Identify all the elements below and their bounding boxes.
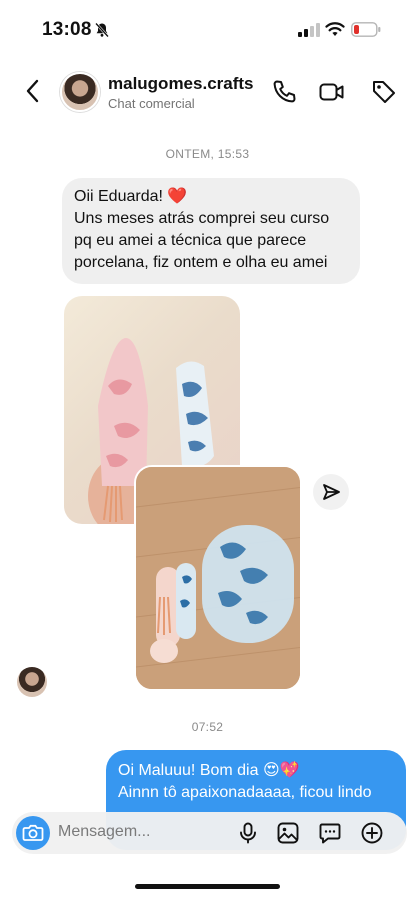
camera-icon [22,824,44,841]
message-line: Oi Maluuu! Bom dia 😍💖 [118,762,300,779]
status-bar: 13:08 [0,0,415,60]
video-camera-icon[interactable] [318,78,346,106]
image-icon[interactable] [276,821,300,845]
microphone-icon[interactable] [236,821,260,845]
message-line: Ainnn tô apaixonadaaaa, ficou lindo [118,784,372,801]
status-time: 13:08 [42,19,92,40]
date-stamp: 07:52 [191,720,224,734]
message-line: pq eu amei a técnica que parece [74,232,307,249]
message-composer: Mensagem... [12,812,407,854]
resin-pieces-photo-icon [136,467,300,689]
message-input[interactable]: Mensagem... [58,823,150,841]
message-line: Oii Eduarda! ❤️ [74,188,188,205]
chat-header: malugomes.crafts Chat comercial [0,62,415,122]
incoming-message-bubble[interactable]: Oii Eduarda! ❤️ Uns meses atrás comprei … [62,178,360,284]
date-stamp: ONTEM, 15:53 [165,147,250,161]
sticker-icon[interactable] [318,821,342,845]
signal-icon [298,23,320,37]
bell-slash-icon [95,22,109,38]
contact-subtitle: Chat comercial [108,96,195,111]
share-button[interactable] [313,474,349,510]
tag-icon[interactable] [370,78,398,106]
wifi-icon [325,22,345,36]
contact-avatar[interactable] [60,72,100,112]
contact-username[interactable]: malugomes.crafts [108,74,254,94]
message-line: porcelana, fiz ontem e olha eu amei [74,254,328,271]
battery-low-icon [351,22,381,37]
home-indicator [135,884,280,889]
plus-circle-icon[interactable] [360,821,384,845]
sender-avatar[interactable] [17,667,47,697]
message-line: Uns meses atrás comprei seu curso [74,210,330,227]
phone-icon[interactable] [270,78,298,106]
camera-button[interactable] [16,816,50,850]
resin-pieces-photo[interactable] [134,465,302,691]
chevron-left-icon[interactable] [22,78,44,104]
paper-plane-icon [323,484,340,500]
